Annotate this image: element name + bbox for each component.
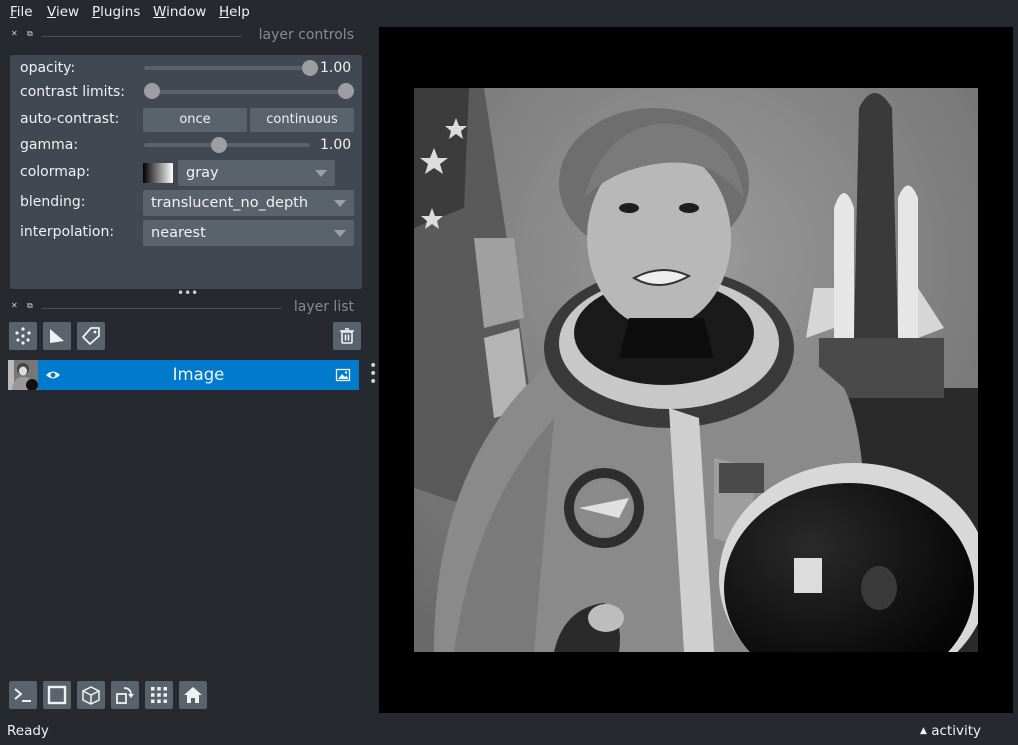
status-text: Ready xyxy=(7,723,49,739)
menu-window[interactable]: Window xyxy=(153,4,206,20)
gamma-slider-track[interactable] xyxy=(144,143,310,147)
transpose-dimensions-button[interactable] xyxy=(111,681,139,709)
console-button[interactable] xyxy=(9,681,37,709)
viewer-canvas[interactable] xyxy=(379,27,1013,713)
contrast-limits-low-handle[interactable] xyxy=(144,83,160,99)
grid-view-button[interactable] xyxy=(145,681,173,709)
colormap-dropdown[interactable]: gray xyxy=(178,160,335,186)
dock-float-icon[interactable]: ⧉ xyxy=(27,301,33,311)
opacity-label: opacity: xyxy=(20,60,76,76)
shapes-icon xyxy=(50,329,64,343)
image-layer-render xyxy=(414,88,978,652)
colormap-chevron-down-icon xyxy=(315,170,327,177)
gamma-label: gamma: xyxy=(20,137,79,153)
console-icon xyxy=(14,688,31,702)
interpolation-label: interpolation: xyxy=(20,224,115,240)
layer-controls-dock-title: ✕ ⧉ layer controls xyxy=(8,27,360,44)
layer-name[interactable]: Image xyxy=(38,360,359,390)
dock-title-rule xyxy=(42,36,242,37)
layer-row-image[interactable]: Image xyxy=(38,360,359,390)
menu-view[interactable]: View xyxy=(47,4,79,20)
trash-icon xyxy=(340,328,354,344)
interpolation-dropdown[interactable]: nearest xyxy=(143,220,354,246)
opacity-slider-track[interactable] xyxy=(144,66,310,70)
delete-layer-button[interactable] xyxy=(333,322,361,350)
reset-view-button[interactable] xyxy=(179,681,207,709)
layer-list-menu-icon[interactable]: • • • xyxy=(369,359,377,389)
menu-help[interactable]: Help xyxy=(219,4,250,20)
dock-close-icon[interactable]: ✕ xyxy=(11,29,18,38)
astronaut-image xyxy=(414,88,978,652)
layer-thumbnail xyxy=(8,360,38,390)
interpolation-chevron-down-icon xyxy=(334,230,346,237)
activity-label: activity xyxy=(931,723,981,739)
gamma-value: 1.00 xyxy=(320,137,352,153)
colormap-value: gray xyxy=(186,165,219,181)
image-icon xyxy=(335,368,351,382)
dock-close-icon[interactable]: ✕ xyxy=(11,301,18,310)
menu-file[interactable]: File xyxy=(10,4,33,20)
interpolation-value: nearest xyxy=(151,225,206,241)
gamma-slider-handle[interactable] xyxy=(210,137,227,153)
cube-icon xyxy=(82,686,100,705)
blending-chevron-down-icon xyxy=(334,200,346,207)
new-shapes-layer-button[interactable] xyxy=(43,322,71,350)
contrast-limits-high-handle[interactable] xyxy=(338,83,354,99)
layer-thumbnail-image xyxy=(8,360,38,390)
grid-icon xyxy=(151,687,167,703)
auto-contrast-once-button[interactable]: once xyxy=(143,108,247,132)
activity-toggle[interactable]: ▲ activity xyxy=(920,723,981,739)
blending-value: translucent_no_depth xyxy=(151,195,309,211)
opacity-slider-handle[interactable] xyxy=(302,60,318,76)
labels-icon xyxy=(82,327,100,345)
home-icon xyxy=(184,687,202,703)
blending-label: blending: xyxy=(20,194,86,210)
new-points-layer-button[interactable] xyxy=(9,322,37,350)
colormap-swatch xyxy=(143,163,173,183)
menu-bar: File View Plugins Window Help xyxy=(0,0,1018,24)
dock-float-icon[interactable]: ⧉ xyxy=(27,29,33,39)
new-labels-layer-button[interactable] xyxy=(77,322,105,350)
dock-splitter-handle[interactable]: ••• xyxy=(177,286,198,300)
contrast-limits-label: contrast limits: xyxy=(20,84,125,100)
auto-contrast-continuous-button[interactable]: continuous xyxy=(250,108,354,132)
colormap-label: colormap: xyxy=(20,164,91,180)
layer-controls-panel: opacity: 1.00 contrast limits: auto-cont… xyxy=(10,55,362,289)
auto-contrast-label: auto-contrast: xyxy=(20,111,120,127)
menu-plugins[interactable]: Plugins xyxy=(92,4,140,20)
roll-dimensions-button[interactable] xyxy=(77,681,105,709)
opacity-value: 1.00 xyxy=(320,60,352,76)
layer-controls-title: layer controls xyxy=(258,27,354,43)
layer-list-dock-title: ✕ ⧉ layer list xyxy=(8,299,360,316)
chevron-up-icon: ▲ xyxy=(920,726,927,736)
dock-title-rule xyxy=(42,308,282,309)
ndisplay-toggle-button[interactable] xyxy=(43,681,71,709)
points-icon xyxy=(15,327,31,345)
square-icon xyxy=(47,685,67,705)
layer-list-title: layer list xyxy=(293,299,354,315)
rotate-icon xyxy=(116,687,134,704)
blending-dropdown[interactable]: translucent_no_depth xyxy=(143,190,354,216)
contrast-limits-track[interactable] xyxy=(144,90,352,94)
